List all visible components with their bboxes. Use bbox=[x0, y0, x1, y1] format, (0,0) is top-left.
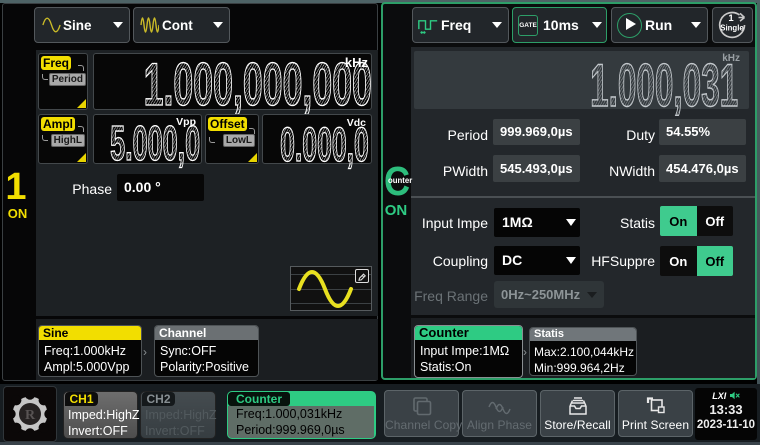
svg-text:R: R bbox=[25, 408, 36, 423]
svg-text:1: 1 bbox=[728, 13, 734, 24]
svg-text:Single: Single bbox=[720, 23, 744, 32]
